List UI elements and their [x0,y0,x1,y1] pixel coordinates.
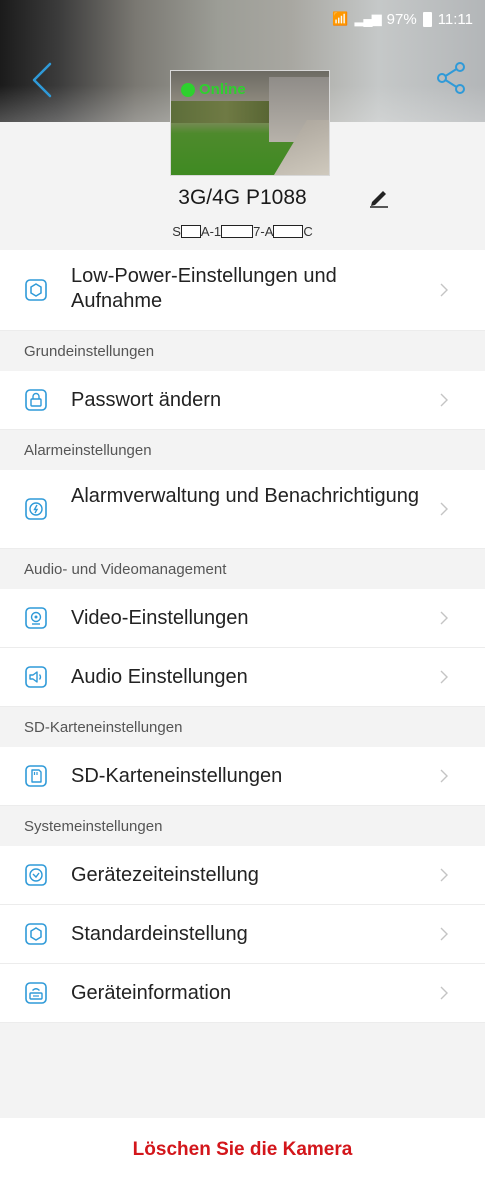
menu-item-label: Audio Einstellungen [71,665,248,688]
menu-item-device-time[interactable]: Gerätezeiteinstellung [0,846,485,905]
gear-icon [25,279,47,301]
chevron-right-icon [440,670,448,684]
chevron-right-icon [440,868,448,882]
menu-item-low-power[interactable]: Low-Power-Einstellungen und Aufnahme [0,250,485,331]
menu-item-label: SD-Karteneinstellungen [71,764,283,787]
back-arrow-icon[interactable] [28,60,58,100]
section-header-basic: Grundeinstellungen [0,331,485,371]
camera-preview-thumbnail[interactable]: Online [170,70,330,176]
edit-pencil-icon[interactable] [368,186,390,208]
speaker-icon [25,666,47,688]
online-status-label: Online [199,81,246,98]
section-header-sd-card: SD-Karteneinstellungen [0,707,485,747]
device-serial: S A-1 7-A C [172,224,313,239]
lock-icon [25,389,47,411]
menu-item-sd-card-settings[interactable]: SD-Karteneinstellungen [0,747,485,806]
menu-item-label: Geräteinformation [71,981,232,1004]
delete-camera-bar: Löschen Sie die Kamera [0,1118,485,1183]
battery-percent: 97% [386,10,417,28]
signal-icon: ▂▄▆ [354,11,381,26]
webcam-icon [25,607,47,629]
wifi-icon: 📶 [332,11,349,26]
chevron-right-icon [440,502,448,516]
delete-camera-button[interactable]: Löschen Sie die Kamera [133,1139,353,1161]
share-icon[interactable] [435,60,467,96]
chevron-right-icon [440,611,448,625]
chevron-right-icon [440,283,448,297]
chevron-right-icon [440,769,448,783]
menu-item-change-password[interactable]: Passwort ändern [0,371,485,430]
device-info-icon [25,982,47,1004]
clock-icon [25,864,47,886]
menu-item-default-settings[interactable]: Standardeinstellung [0,905,485,964]
online-status-dot [181,83,195,97]
menu-item-alarm-management[interactable]: Alarmverwaltung und Benachrichtigung [0,470,485,549]
menu-item-label: Passwort ändern [71,388,222,411]
battery-icon [422,11,432,27]
chevron-right-icon [440,393,448,407]
device-name: 3G/4G P1088 [178,186,307,209]
alarm-icon [25,498,47,520]
gear-icon [25,923,47,945]
device-header: 📶 ▂▄▆ 97% 11:11 Online 3G/4G P1088 S A-1 7… [0,0,485,250]
menu-item-audio-settings[interactable]: Audio Einstellungen [0,648,485,707]
menu-item-label: Alarmverwaltung und Benachrichtigung [71,485,419,507]
menu-item-video-settings[interactable]: Video-Einstellungen [0,589,485,648]
chevron-right-icon [440,986,448,1000]
menu-item-device-info[interactable]: Geräteinformation [0,964,485,1023]
section-header-system: Systemeinstellungen [0,806,485,846]
menu-item-label: Standardeinstellung [71,922,248,945]
section-header-alarm: Alarmeinstellungen [0,430,485,470]
menu-item-label: Video-Einstellungen [71,606,249,629]
section-header-audio-video: Audio- und Videomanagement [0,549,485,589]
clock: 11:11 [437,10,473,28]
chevron-right-icon [440,927,448,941]
status-bar: 📶 ▂▄▆ 97% 11:11 [332,8,473,30]
menu-item-label: Gerätezeiteinstellung [71,863,259,886]
sd-card-icon [25,765,47,787]
settings-list: Low-Power-Einstellungen und Aufnahme Gru… [0,250,485,1023]
menu-item-label: Low-Power-Einstellungen und Aufnahme [71,265,337,312]
